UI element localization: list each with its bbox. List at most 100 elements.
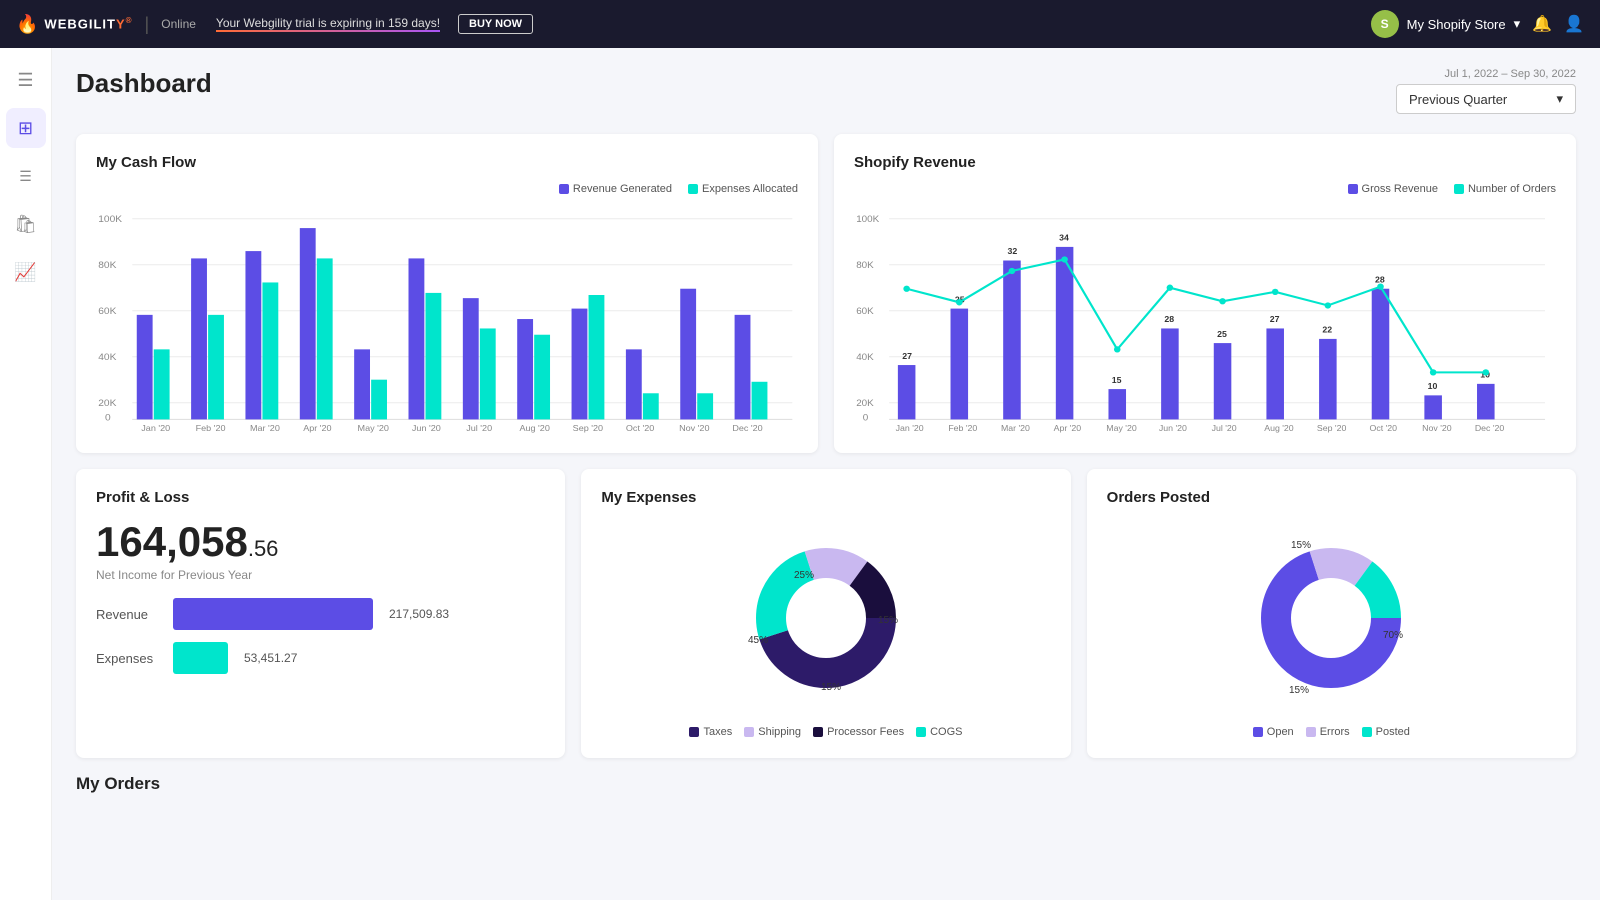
bar [1108,389,1126,419]
orders-posted-title: Orders Posted [1107,489,1556,506]
svg-text:Aug '20: Aug '20 [1264,423,1294,433]
svg-text:Jun '20: Jun '20 [412,423,441,433]
svg-text:20K: 20K [856,398,874,409]
sidebar-item-products[interactable]: 🛍 [6,204,46,244]
svg-text:Oct '20: Oct '20 [626,423,655,433]
date-filter-dropdown[interactable]: Previous Quarter ▾ [1396,84,1576,114]
nav-divider: | [145,14,150,35]
bottom-cards-row: Profit & Loss 164,058.56 Net Income for … [76,469,1576,758]
sidebar-item-dashboard[interactable]: ⊞ [6,108,46,148]
line-dot [1061,256,1068,262]
cashflow-legend: Revenue Generated Expenses Allocated [96,183,798,195]
svg-text:40K: 40K [856,352,874,363]
expenses-value: 53,451.27 [244,651,297,665]
bar [1424,395,1442,419]
svg-text:22: 22 [1322,325,1332,335]
expenses-label: Expenses [96,651,161,666]
legend-expenses: Expenses Allocated [688,183,798,195]
svg-text:10: 10 [1428,381,1438,391]
orders-posted-card: Orders Posted 70% 15% 15% Open [1087,469,1576,758]
bar [1003,261,1021,420]
donut-hole [796,588,856,648]
svg-text:40K: 40K [98,352,117,363]
bell-icon[interactable]: 🔔 [1532,14,1552,34]
legend-open-label: Open [1267,726,1294,738]
bar [643,393,659,419]
legend-cogs-label: COGS [930,726,962,738]
store-name: My Shopify Store [1407,17,1506,32]
bar [752,382,768,420]
svg-text:0: 0 [863,413,868,424]
svg-text:Feb '20: Feb '20 [196,423,226,433]
store-selector[interactable]: S My Shopify Store ▾ [1371,10,1521,38]
svg-text:Mar '20: Mar '20 [1001,423,1030,433]
bar [300,228,316,419]
svg-text:Apr '20: Apr '20 [303,423,332,433]
legend-expenses-label: Expenses Allocated [702,183,798,195]
bar [1214,343,1232,419]
bar [245,251,261,419]
revenue-bar-row: Revenue 217,509.83 [96,598,545,630]
legend-errors-dot [1306,727,1316,737]
svg-text:25: 25 [1217,329,1227,339]
topnav: 🔥 WEBGILITY® | Online Your Webgility tri… [0,0,1600,48]
bar [697,393,713,419]
svg-text:Oct '20: Oct '20 [1370,423,1398,433]
pnl-main: 164,058 [96,518,248,565]
store-avatar: S [1371,10,1399,38]
legend-gross-label: Gross Revenue [1362,183,1438,195]
svg-text:25%: 25% [794,570,814,581]
svg-text:Jan '20: Jan '20 [141,423,170,433]
legend-posted-label: Posted [1376,726,1410,738]
bar [425,293,441,420]
legend-open: Open [1253,726,1294,738]
orders-line [907,259,1486,372]
store-chevron: ▾ [1514,16,1521,32]
main-content: Dashboard Jul 1, 2022 – Sep 30, 2022 Pre… [52,48,1600,814]
cashflow-card: My Cash Flow Revenue Generated Expenses … [76,134,818,453]
bar [626,349,642,419]
date-range-text: Jul 1, 2022 – Sep 30, 2022 [1396,68,1576,80]
svg-text:Dec '20: Dec '20 [1475,423,1505,433]
bar [589,295,605,419]
bar [1056,247,1074,420]
legend-gross: Gross Revenue [1348,183,1438,195]
cashflow-title: My Cash Flow [96,154,798,171]
svg-text:80K: 80K [856,260,874,271]
sidebar-item-analytics[interactable]: 📈 [6,252,46,292]
legend-taxes: Taxes [689,726,732,738]
svg-text:15%: 15% [878,615,898,626]
analytics-icon: 📈 [14,262,36,283]
expenses-bar-row: Expenses 53,451.27 [96,642,545,674]
pnl-card: Profit & Loss 164,058.56 Net Income for … [76,469,565,758]
svg-text:15: 15 [1112,375,1122,385]
svg-text:Jun '20: Jun '20 [1159,423,1187,433]
expenses-donut-svg: 25% 15% 15% 45% [726,518,926,718]
sidebar: ☰ ⊞ ☰ 🛍 📈 [0,48,52,900]
svg-text:Jul '20: Jul '20 [1212,423,1237,433]
svg-text:70%: 70% [1383,630,1403,641]
sidebar-item-orders[interactable]: ☰ [6,156,46,196]
topnav-right: S My Shopify Store ▾ 🔔 👤 [1371,10,1584,38]
legend-taxes-dot [689,727,699,737]
legend-revenue: Revenue Generated [559,183,672,195]
orders-posted-legend: Open Errors Posted [1253,726,1410,738]
expenses-title: My Expenses [601,489,1050,506]
bar [463,298,479,419]
header-row: Dashboard Jul 1, 2022 – Sep 30, 2022 Pre… [76,68,1576,114]
shopify-svg: 100K 80K 60K 40K 20K 0 [854,203,1556,433]
orders-posted-donut-wrapper: 70% 15% 15% Open Errors Posted [1107,518,1556,738]
bar [534,335,550,420]
buy-now-button[interactable]: BUY NOW [458,14,533,34]
svg-text:34: 34 [1059,233,1069,243]
legend-posted: Posted [1362,726,1410,738]
shopify-chart: 100K 80K 60K 40K 20K 0 [854,203,1556,433]
bar [262,282,278,419]
sidebar-item-menu[interactable]: ☰ [6,60,46,100]
svg-text:60K: 60K [856,306,874,317]
user-icon[interactable]: 👤 [1564,14,1584,34]
orders-icon: ☰ [19,168,32,185]
svg-text:Aug '20: Aug '20 [519,423,550,433]
svg-text:28: 28 [1375,275,1385,285]
legend-errors: Errors [1306,726,1350,738]
